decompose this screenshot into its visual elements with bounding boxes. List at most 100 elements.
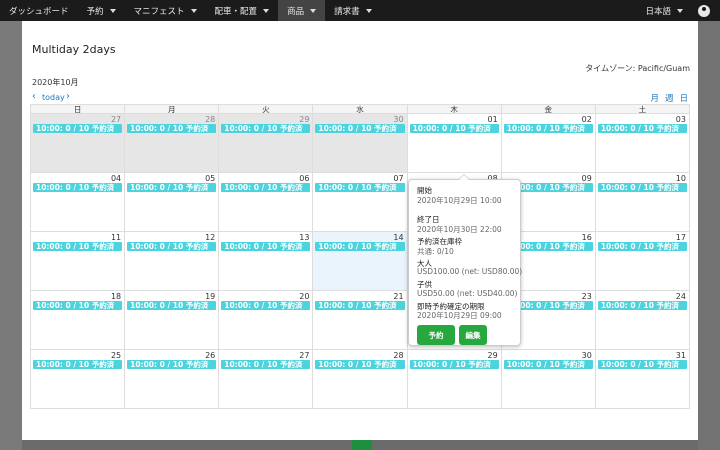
- calendar-day-cell[interactable]: 11 10:00: 0 / 10 予約済: [31, 232, 126, 290]
- calendar-day-cell[interactable]: 29 10:00: 0 / 10 予約済: [408, 350, 502, 409]
- event-block[interactable]: 10:00: 0 / 10 予約済: [503, 360, 593, 369]
- start-value: 2020年10月29日 10:00: [417, 196, 502, 205]
- calendar-day-cell[interactable]: 10 10:00: 0 / 10 予約済: [596, 173, 689, 231]
- view-month-button[interactable]: 月: [650, 92, 659, 104]
- calendar-day-cell[interactable]: 14 10:00: 0 / 10 予約済: [313, 232, 408, 290]
- event-block[interactable]: 10:00: 0 / 10 予約済: [33, 360, 123, 369]
- calendar-day-cell[interactable]: 25 10:00: 0 / 10 予約済: [31, 350, 126, 409]
- calendar-day-cell[interactable]: 03 10:00: 0 / 10 予約済: [596, 114, 689, 172]
- event-block[interactable]: 10:00: 0 / 10 予約済: [33, 242, 123, 251]
- nav-item-label: マニフェスト: [133, 6, 185, 17]
- chevron-right-icon[interactable]: ›: [66, 92, 76, 102]
- calendar-day-cell[interactable]: 27 10:00: 0 / 10 予約済: [219, 350, 314, 409]
- calendar-day-cell[interactable]: 04 10:00: 0 / 10 予約済: [31, 173, 126, 231]
- view-day-button[interactable]: 日: [679, 92, 688, 104]
- event-block[interactable]: 10:00: 0 / 10 予約済: [597, 183, 687, 192]
- view-week-button[interactable]: 週: [665, 92, 674, 104]
- calendar-day-cell[interactable]: 30 10:00: 0 / 10 予約済: [313, 114, 408, 172]
- event-block[interactable]: 10:00: 0 / 10 予約済: [221, 124, 311, 133]
- weekday-label: 金: [502, 105, 596, 114]
- background-page-left: [0, 21, 22, 450]
- event-block[interactable]: 10:00: 0 / 10 予約済: [33, 301, 123, 310]
- today-button[interactable]: today: [42, 93, 65, 102]
- event-block[interactable]: 10:00: 0 / 10 予約済: [127, 301, 217, 310]
- language-selector[interactable]: 日本語: [636, 0, 692, 21]
- calendar-day-cell[interactable]: 31 10:00: 0 / 10 予約済: [596, 350, 689, 409]
- cutoff-value: 2020年10月29日 09:00: [417, 311, 502, 320]
- event-block[interactable]: 10:00: 0 / 10 予約済: [127, 124, 217, 133]
- day-number: 11: [110, 233, 122, 242]
- day-number: 31: [675, 351, 686, 360]
- edit-button[interactable]: 編集: [459, 325, 487, 345]
- calendar-day-cell[interactable]: 27 10:00: 0 / 10 予約済: [31, 114, 126, 172]
- event-block[interactable]: 10:00: 0 / 10 予約済: [315, 124, 405, 133]
- nav-item[interactable]: 予約: [78, 0, 125, 21]
- calendar-day-cell[interactable]: 20 10:00: 0 / 10 予約済: [219, 291, 314, 349]
- calendar-day-cell[interactable]: 28 10:00: 0 / 10 予約済: [313, 350, 408, 409]
- nav-item[interactable]: ダッシュボード: [0, 0, 78, 21]
- calendar-day-cell[interactable]: 13 10:00: 0 / 10 予約済: [219, 232, 314, 290]
- day-number: 18: [110, 292, 122, 301]
- event-block[interactable]: 10:00: 0 / 10 予約済: [315, 183, 405, 192]
- event-block[interactable]: 10:00: 0 / 10 予約済: [597, 360, 687, 369]
- calendar-day-cell[interactable]: 07 10:00: 0 / 10 予約済: [313, 173, 408, 231]
- view-switcher: 月 週 日: [650, 92, 688, 104]
- nav-item[interactable]: マニフェスト: [125, 0, 206, 21]
- calendar-modal: Multiday 2days タイムゾーン: Pacific/Guam 2020…: [22, 21, 698, 440]
- day-number: 03: [675, 115, 686, 124]
- calendar-day-cell[interactable]: 19 10:00: 0 / 10 予約済: [125, 291, 220, 349]
- event-block[interactable]: 10:00: 0 / 10 予約済: [221, 360, 311, 369]
- event-block[interactable]: 10:00: 0 / 10 予約済: [33, 124, 123, 133]
- calendar-day-cell[interactable]: 05 10:00: 0 / 10 予約済: [125, 173, 220, 231]
- event-popover: 開始 2020年10月29日 10:00 終了日 2020年10月30日 22:…: [408, 174, 522, 346]
- calendar-day-cell[interactable]: 24 10:00: 0 / 10 予約済: [596, 291, 689, 349]
- event-block[interactable]: 10:00: 0 / 10 予約済: [315, 360, 405, 369]
- calendar-day-cell[interactable]: 21 10:00: 0 / 10 予約済: [313, 291, 408, 349]
- event-block[interactable]: 10:00: 0 / 10 予約済: [127, 242, 217, 251]
- chevron-down-icon: [365, 8, 372, 13]
- calendar-day-cell[interactable]: 12 10:00: 0 / 10 予約済: [125, 232, 220, 290]
- day-number: 12: [205, 233, 216, 242]
- calendar-weeks: 27 10:00: 0 / 10 予約済 28 10:00: 0 / 10 予約済 29…: [31, 114, 689, 409]
- event-block[interactable]: 10:00: 0 / 10 予約済: [221, 242, 311, 251]
- event-block[interactable]: 10:00: 0 / 10 予約済: [221, 183, 311, 192]
- calendar-day-cell[interactable]: 06 10:00: 0 / 10 予約済: [219, 173, 314, 231]
- event-block[interactable]: 10:00: 0 / 10 予約済: [221, 301, 311, 310]
- event-block[interactable]: 10:00: 0 / 10 予約済: [315, 242, 405, 251]
- day-number: 16: [581, 233, 592, 242]
- event-block[interactable]: 10:00: 0 / 10 予約済: [409, 124, 499, 133]
- chevron-left-icon[interactable]: ‹: [32, 92, 42, 102]
- calendar-day-cell[interactable]: 26 10:00: 0 / 10 予約済: [125, 350, 220, 409]
- calendar-day-cell[interactable]: 30 10:00: 0 / 10 予約済: [502, 350, 596, 409]
- event-block[interactable]: 10:00: 0 / 10 予約済: [127, 360, 217, 369]
- day-number: 13: [299, 233, 310, 242]
- event-block[interactable]: 10:00: 0 / 10 予約済: [127, 183, 217, 192]
- chevron-down-icon: [677, 8, 683, 13]
- calendar-day-cell[interactable]: 29 10:00: 0 / 10 予約済: [219, 114, 314, 172]
- calendar-day-cell[interactable]: 17 10:00: 0 / 10 予約済: [596, 232, 689, 290]
- event-block[interactable]: 10:00: 0 / 10 予約済: [409, 360, 499, 369]
- calendar-day-cell[interactable]: 28 10:00: 0 / 10 予約済: [125, 114, 220, 172]
- event-block[interactable]: 10:00: 0 / 10 予約済: [33, 183, 123, 192]
- nav-item[interactable]: 商品: [278, 0, 326, 21]
- user-icon[interactable]: [698, 4, 710, 17]
- day-number: 28: [205, 115, 216, 124]
- event-block[interactable]: 10:00: 0 / 10 予約済: [597, 301, 687, 310]
- event-block[interactable]: 10:00: 0 / 10 予約済: [597, 124, 687, 133]
- weekday-label: 木: [408, 105, 502, 114]
- event-block[interactable]: 10:00: 0 / 10 予約済: [597, 242, 687, 251]
- language-label: 日本語: [645, 6, 671, 17]
- event-block[interactable]: 10:00: 0 / 10 予約済: [503, 124, 593, 133]
- nav-item-label: ダッシュボード: [9, 6, 69, 17]
- book-button[interactable]: 予約: [417, 325, 455, 345]
- calendar-day-cell[interactable]: 01 10:00: 0 / 10 予約済: [408, 114, 502, 172]
- calendar-day-cell[interactable]: 02 10:00: 0 / 10 予約済: [502, 114, 596, 172]
- event-block[interactable]: 10:00: 0 / 10 予約済: [315, 301, 405, 310]
- nav-item[interactable]: 配車・配置: [206, 0, 279, 21]
- nav-item[interactable]: 請求書: [325, 0, 381, 21]
- background-button: [352, 440, 372, 450]
- calendar-week: 27 10:00: 0 / 10 予約済 28 10:00: 0 / 10 予約済 29…: [31, 114, 689, 173]
- weekday-label: 月: [125, 105, 220, 114]
- day-number: 27: [299, 351, 310, 360]
- calendar-day-cell[interactable]: 18 10:00: 0 / 10 予約済: [31, 291, 126, 349]
